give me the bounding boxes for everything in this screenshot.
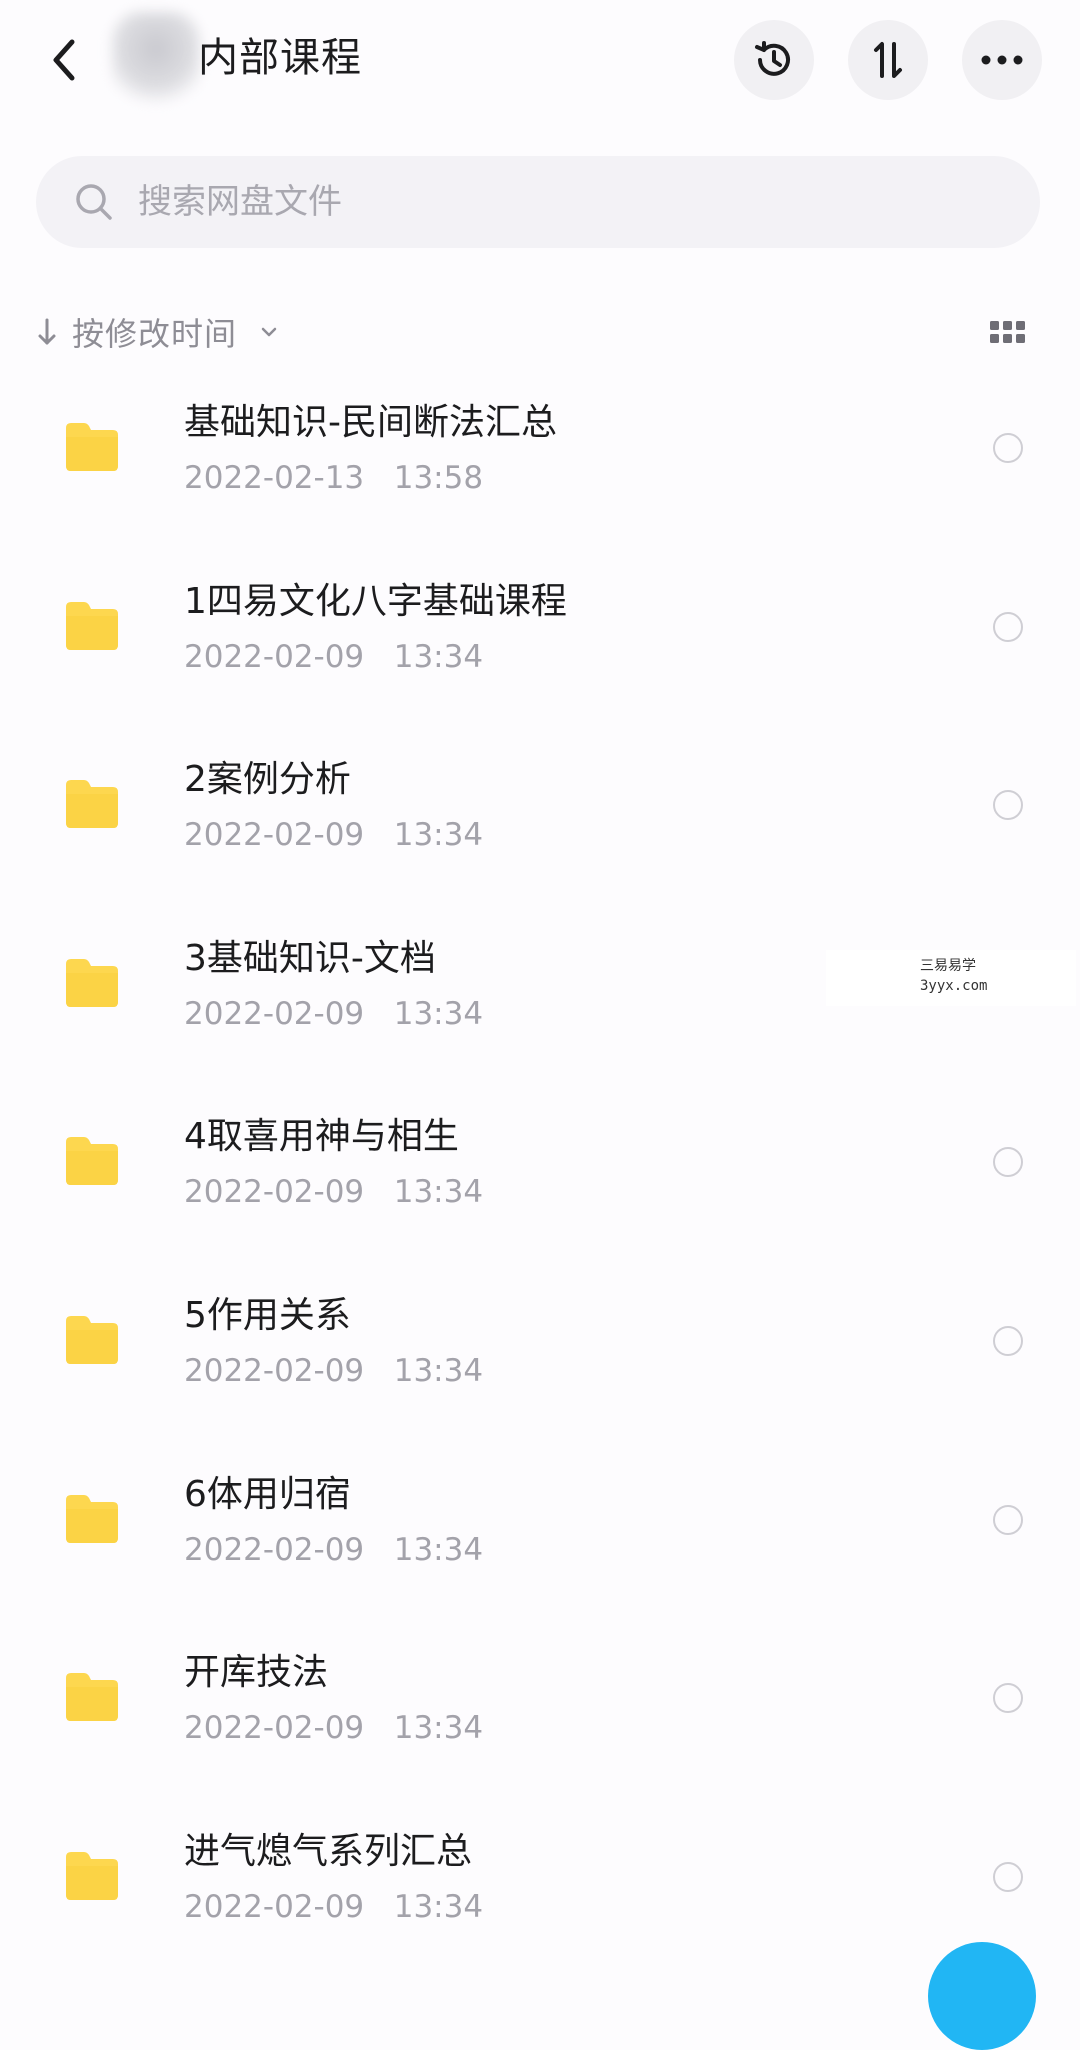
file-name: 基础知识-民间断法汇总 xyxy=(184,402,557,443)
grid-view-toggle[interactable] xyxy=(988,312,1028,352)
sort-arrows-icon xyxy=(874,42,902,78)
file-modified-date: 2022-02-09 13:34 xyxy=(184,1888,484,1925)
select-checkbox[interactable] xyxy=(993,433,1023,463)
history-button[interactable] xyxy=(734,20,814,100)
select-checkbox[interactable] xyxy=(993,1147,1023,1178)
folder-icon xyxy=(62,420,122,474)
file-row[interactable]: 6体用归宿 2022-02-09 13:34 xyxy=(0,1442,1080,1621)
more-horizontal-icon xyxy=(981,55,1023,65)
page-title: 内部课程 xyxy=(198,35,362,81)
floating-add-button[interactable] xyxy=(928,1942,1036,2050)
select-checkbox[interactable] xyxy=(993,1683,1023,1714)
file-name: 3基础知识-文档 xyxy=(184,937,436,979)
chevron-left-icon xyxy=(53,39,75,81)
more-button[interactable] xyxy=(962,20,1042,100)
file-name: 2案例分析 xyxy=(184,759,351,801)
file-name: 进气熄气系列汇总 xyxy=(184,1830,473,1872)
file-row[interactable]: 进气熄气系列汇总 2022-02-09 13:34 xyxy=(0,1799,1080,1978)
folder-icon xyxy=(62,1849,122,1903)
file-row[interactable]: 1四易文化八字基础课程 2022-02-09 13:34 xyxy=(0,549,1080,728)
search-input[interactable] xyxy=(138,182,938,222)
folder-icon xyxy=(62,1492,122,1546)
top-bar: 内部课程 xyxy=(0,0,1080,120)
file-row[interactable]: 2案例分析 2022-02-09 13:34 xyxy=(0,727,1080,906)
folder-icon xyxy=(62,1670,122,1724)
blurred-avatar xyxy=(112,12,200,104)
grid-view-icon xyxy=(990,321,1025,343)
file-name: 6体用归宿 xyxy=(184,1473,351,1515)
file-row[interactable]: 开库技法 2022-02-09 13:34 xyxy=(0,1620,1080,1799)
folder-icon xyxy=(62,777,122,831)
file-modified-date: 2022-02-09 13:34 xyxy=(184,1174,484,1211)
arrow-down-icon xyxy=(38,318,56,345)
file-name: 5作用关系 xyxy=(184,1294,351,1336)
file-modified-date: 2022-02-09 13:34 xyxy=(184,817,484,854)
select-checkbox[interactable] xyxy=(993,1504,1023,1535)
search-icon xyxy=(76,184,112,220)
file-name: 1四易文化八字基础课程 xyxy=(184,580,567,622)
file-modified-date: 2022-02-09 13:34 xyxy=(184,995,484,1032)
file-modified-date: 2022-02-13 13:58 xyxy=(184,460,484,496)
select-checkbox[interactable] xyxy=(993,1325,1023,1356)
select-checkbox[interactable] xyxy=(993,1861,1023,1892)
file-modified-date: 2022-02-09 13:34 xyxy=(184,1531,484,1568)
file-name: 4取喜用神与相生 xyxy=(184,1116,459,1158)
file-modified-date: 2022-02-09 13:34 xyxy=(184,1352,484,1389)
search-bar[interactable] xyxy=(36,156,1040,248)
folder-icon xyxy=(62,1313,122,1367)
file-modified-date: 2022-02-09 13:34 xyxy=(184,1710,484,1747)
sort-label: 按修改时间 xyxy=(72,315,238,353)
watermark-line2: 3yyx.com xyxy=(920,978,988,994)
folder-icon xyxy=(62,956,122,1010)
select-checkbox[interactable] xyxy=(993,611,1023,642)
select-checkbox[interactable] xyxy=(993,790,1023,821)
chevron-down-icon xyxy=(261,327,277,337)
history-icon xyxy=(755,41,790,76)
file-row[interactable]: 4取喜用神与相生 2022-02-09 13:34 xyxy=(0,1084,1080,1263)
sort-by-modified-dropdown[interactable]: 按修改时间 xyxy=(36,300,289,364)
file-row[interactable]: 基础知识-民间断法汇总 2022-02-13 13:58 xyxy=(0,370,1080,549)
file-list: 基础知识-民间断法汇总 2022-02-13 13:58 1四易文化八字基础课程 20… xyxy=(0,370,1080,1977)
watermark: 三易易学 3yyx.com xyxy=(826,950,1076,1006)
file-name: 开库技法 xyxy=(184,1652,329,1694)
file-modified-date: 2022-02-09 13:34 xyxy=(184,638,484,675)
folder-icon xyxy=(62,1134,122,1188)
watermark-line1: 三易易学 xyxy=(920,958,976,974)
sort-row: 按修改时间 xyxy=(36,300,1044,364)
back-button[interactable] xyxy=(36,28,92,92)
sort-button[interactable] xyxy=(848,20,928,100)
file-row[interactable]: 5作用关系 2022-02-09 13:34 xyxy=(0,1263,1080,1442)
folder-icon xyxy=(62,599,122,653)
